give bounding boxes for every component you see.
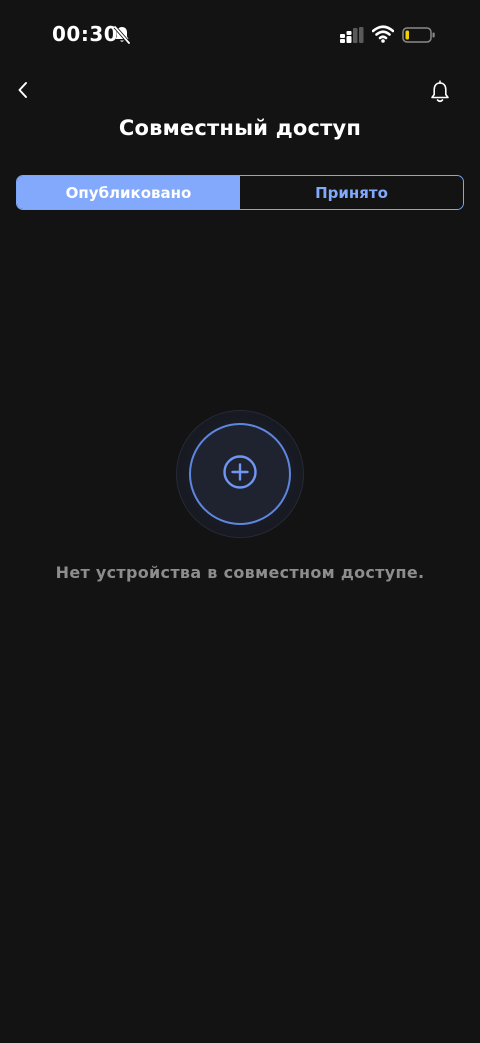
tab-bar: Опубликовано Принято: [16, 175, 464, 210]
back-button[interactable]: [10, 78, 36, 106]
tab-published[interactable]: Опубликовано: [17, 176, 240, 209]
status-bar: 00:30: [0, 0, 480, 70]
battery-icon: [402, 26, 436, 44]
wifi-icon: [371, 25, 395, 43]
notification-button[interactable]: [426, 80, 454, 108]
bell-slash-icon: [113, 25, 131, 45]
add-share-button[interactable]: [189, 423, 291, 525]
plus-circle-icon: [222, 454, 258, 494]
tab-accepted[interactable]: Принято: [240, 176, 463, 209]
signal-icon: [340, 27, 364, 44]
chevron-left-icon: [16, 80, 30, 104]
bell-icon: [429, 80, 451, 108]
status-time: 00:30: [52, 22, 119, 46]
empty-state-message: Нет устройства в совместном доступе.: [55, 563, 425, 582]
page-title: Совместный доступ: [118, 116, 362, 140]
empty-state-illustration: [176, 410, 304, 538]
